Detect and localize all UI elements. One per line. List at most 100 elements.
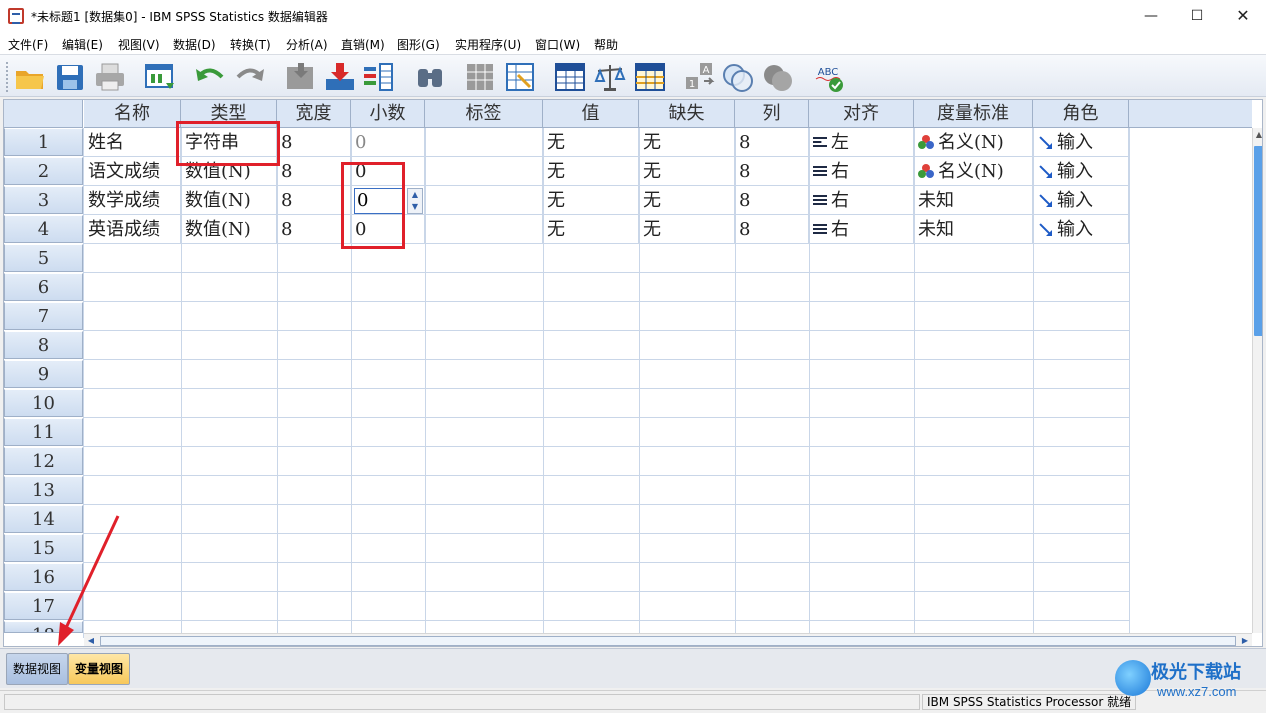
cell-type[interactable]: 数值(N) <box>181 215 277 244</box>
col-header-role[interactable]: 角色 <box>1033 100 1129 128</box>
cell-measure[interactable]: 名义(N) <box>914 128 1033 157</box>
cell-missing[interactable]: 无 <box>639 186 735 215</box>
select-cases-icon[interactable] <box>634 61 666 93</box>
menu-analyze[interactable]: 分析(A) <box>286 36 328 53</box>
scroll-up-icon[interactable]: ▲ <box>1253 128 1262 142</box>
cell-values[interactable]: 无 <box>543 186 639 215</box>
col-header-type[interactable]: 类型 <box>181 100 277 128</box>
print-icon[interactable] <box>94 61 126 93</box>
insert-variable-icon[interactable] <box>504 61 536 93</box>
menu-transform[interactable]: 转换(T) <box>230 36 271 53</box>
cell-decimals[interactable]: 0 <box>351 157 425 186</box>
row-header[interactable]: 18 <box>4 621 83 633</box>
cell-missing[interactable]: 无 <box>639 157 735 186</box>
cell-type[interactable]: 数值(N) <box>181 157 277 186</box>
tab-data-view[interactable]: 数据视图 <box>6 653 69 685</box>
row-header[interactable]: 12 <box>4 447 83 475</box>
cell-label[interactable] <box>425 157 543 186</box>
cell-type[interactable]: 数值(N) <box>181 186 277 215</box>
cell-values[interactable]: 无 <box>543 157 639 186</box>
row-header[interactable]: 1 <box>4 128 83 156</box>
row-header[interactable]: 6 <box>4 273 83 301</box>
cell-label[interactable] <box>425 128 543 157</box>
cell-width[interactable]: 8 <box>277 186 351 215</box>
row-header[interactable]: 5 <box>4 244 83 272</box>
cell-name[interactable]: 语文成绩 <box>84 157 181 186</box>
menu-direct-marketing[interactable]: 直销(M) <box>341 36 385 53</box>
cell-label[interactable] <box>425 215 543 244</box>
row-header[interactable]: 7 <box>4 302 83 330</box>
cell-name[interactable]: 姓名 <box>84 128 181 157</box>
cell-missing[interactable]: 无 <box>639 128 735 157</box>
horizontal-scrollbar[interactable]: ◀ ▶ <box>84 633 1252 646</box>
menu-data[interactable]: 数据(D) <box>173 36 216 53</box>
close-button[interactable]: ✕ <box>1220 0 1266 32</box>
tab-variable-view[interactable]: 变量视图 <box>68 653 131 685</box>
use-sets-icon[interactable] <box>722 61 754 93</box>
cell-align[interactable]: 左 <box>809 128 914 157</box>
decimals-spinner-input[interactable]: 0 <box>354 188 404 214</box>
spell-check-icon[interactable]: ABC <box>812 61 844 93</box>
col-header-columns[interactable]: 列 <box>735 100 809 128</box>
row-header[interactable]: 4 <box>4 215 83 243</box>
spinner-down-icon[interactable]: ▼ <box>408 201 422 213</box>
col-header-measure[interactable]: 度量标准 <box>914 100 1033 128</box>
row-header[interactable]: 9 <box>4 360 83 388</box>
minimize-button[interactable]: — <box>1128 0 1174 32</box>
cell-measure[interactable]: 未知 <box>914 215 1033 244</box>
cell-columns[interactable]: 8 <box>735 186 809 215</box>
row-header[interactable]: 17 <box>4 592 83 620</box>
spinner-up-icon[interactable]: ▲ <box>408 189 422 201</box>
col-header-values[interactable]: 值 <box>543 100 639 128</box>
menu-file[interactable]: 文件(F) <box>8 36 48 53</box>
cell-role[interactable]: 输入 <box>1033 215 1129 244</box>
horizontal-scroll-thumb[interactable] <box>100 636 1236 646</box>
menu-window[interactable]: 窗口(W) <box>535 36 580 53</box>
row-header[interactable]: 15 <box>4 534 83 562</box>
menu-view[interactable]: 视图(V) <box>118 36 160 53</box>
cell-missing[interactable]: 无 <box>639 215 735 244</box>
cell-align[interactable]: 右 <box>809 157 914 186</box>
cell-values[interactable]: 无 <box>543 128 639 157</box>
menu-utilities[interactable]: 实用程序(U) <box>455 36 521 53</box>
cell-decimals[interactable]: 0 <box>351 128 425 157</box>
redo-icon[interactable] <box>234 61 266 93</box>
cell-measure[interactable]: 名义(N) <box>914 157 1033 186</box>
cell-align[interactable]: 右 <box>809 186 914 215</box>
toolbar-grip[interactable] <box>5 61 9 93</box>
cell-align[interactable]: 右 <box>809 215 914 244</box>
cell-role[interactable]: 输入 <box>1033 128 1129 157</box>
goto-variable-icon[interactable] <box>324 61 356 93</box>
scroll-right-icon[interactable]: ▶ <box>1238 634 1252 646</box>
row-header[interactable]: 16 <box>4 563 83 591</box>
cell-values[interactable]: 无 <box>543 215 639 244</box>
variables-icon[interactable] <box>362 61 394 93</box>
row-header[interactable]: 3 <box>4 186 83 214</box>
cell-role[interactable]: 输入 <box>1033 186 1129 215</box>
split-file-icon[interactable] <box>554 61 586 93</box>
grid-corner[interactable] <box>4 100 83 128</box>
goto-case-icon[interactable] <box>284 61 316 93</box>
row-header[interactable]: 10 <box>4 389 83 417</box>
scroll-left-icon[interactable]: ◀ <box>84 634 98 646</box>
col-header-name[interactable]: 名称 <box>84 100 181 128</box>
cell-type[interactable]: 字符串 <box>181 128 277 157</box>
cell-width[interactable]: 8 <box>277 128 351 157</box>
cell-columns[interactable]: 8 <box>735 128 809 157</box>
decimals-spinner[interactable]: ▲ ▼ <box>407 188 423 214</box>
value-labels-icon[interactable]: A1 <box>684 61 716 93</box>
col-header-decimals[interactable]: 小数 <box>351 100 425 128</box>
row-header[interactable]: 11 <box>4 418 83 446</box>
cell-columns[interactable]: 8 <box>735 157 809 186</box>
cell-columns[interactable]: 8 <box>735 215 809 244</box>
weight-cases-icon[interactable] <box>594 61 626 93</box>
insert-cases-icon[interactable] <box>464 61 496 93</box>
menu-edit[interactable]: 编辑(E) <box>62 36 103 53</box>
save-icon[interactable] <box>54 61 86 93</box>
show-all-icon[interactable] <box>762 61 794 93</box>
cell-decimals[interactable]: 0 <box>351 215 425 244</box>
cell-role[interactable]: 输入 <box>1033 157 1129 186</box>
menu-graphs[interactable]: 图形(G) <box>397 36 440 53</box>
cell-name[interactable]: 数学成绩 <box>84 186 181 215</box>
vertical-scrollbar[interactable]: ▲ <box>1252 128 1262 633</box>
